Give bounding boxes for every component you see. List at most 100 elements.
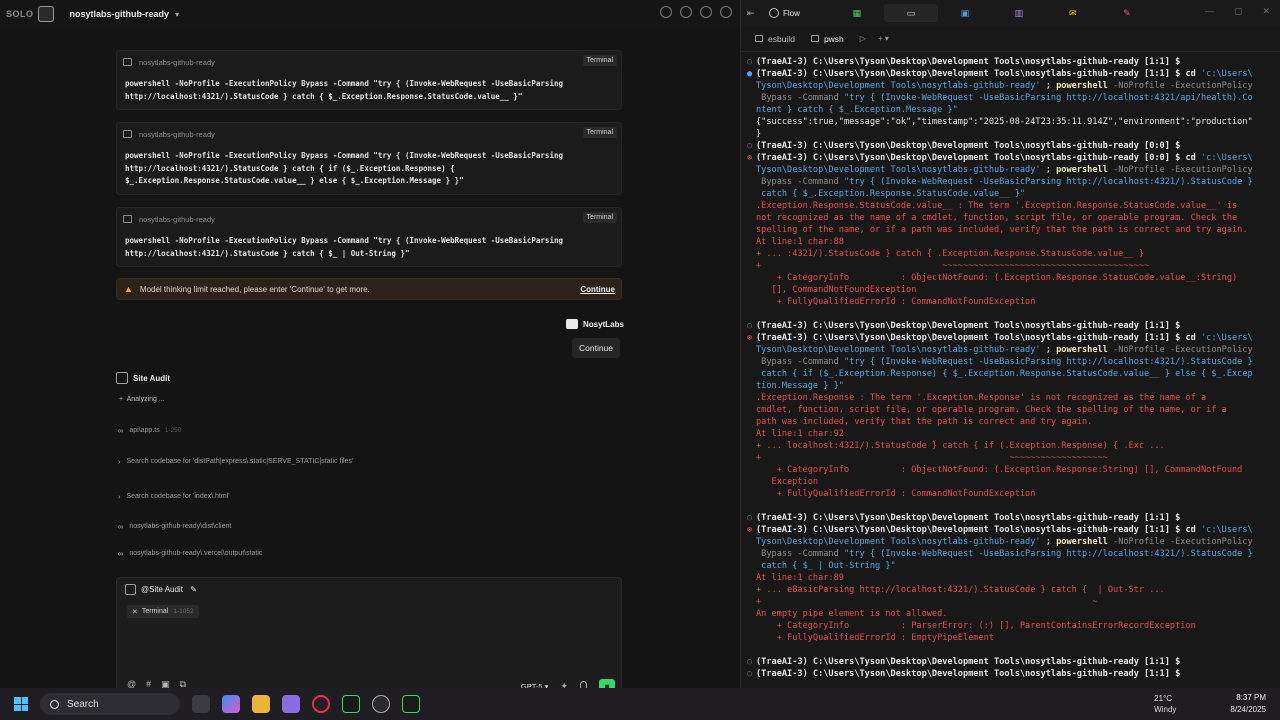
terminal-line: + ... eBasicParsing http://localhost:432… (747, 584, 1277, 596)
terminal-text: } (756, 129, 762, 139)
terminal-line: ⊗ (TraeAI-3) C:\Users\Tyson\Desktop\Devel… (747, 152, 1277, 164)
terminal-text: Bypass -Command (756, 177, 844, 187)
line-marker-icon (747, 248, 756, 260)
terminal-text: not recognized as the name of a cmdlet, … (756, 213, 1238, 223)
terminal-text: + CategoryInfo : ObjectNotFound: (.Excep… (756, 273, 1238, 283)
search-icon (50, 699, 59, 709)
open-terminal-button[interactable]: Terminal (582, 127, 617, 138)
terminal-text: (TraeAI-3) C:\Users\Tyson\Desktop\Develo… (756, 513, 1181, 523)
open-terminal-button[interactable]: Terminal (582, 212, 617, 223)
step-text: nosytlabs-github-ready\.vercel\output\st… (129, 550, 263, 557)
close-icon[interactable]: ✕ (132, 608, 138, 616)
line-marker-icon (747, 164, 756, 176)
terminal-text: + ... localhost:4321/).StatusCode } catc… (756, 441, 1165, 451)
taskbar-search[interactable]: Search (40, 693, 180, 715)
line-marker-icon (747, 632, 756, 644)
terminal-output[interactable]: ○ (TraeAI-3) C:\Users\Tyson\Desktop\Devel… (747, 56, 1277, 686)
agent-step[interactable]: › Search codebase for 'distPath|express\… (118, 457, 353, 466)
terminal-line: ⊗ (TraeAI-3) C:\Users\Tyson\Desktop\Devel… (747, 332, 1277, 344)
trae-icon[interactable] (342, 695, 360, 713)
chevron-right-icon[interactable]: › (118, 457, 121, 466)
docs-view-icon[interactable]: ▥ (992, 4, 1046, 22)
line-marker-icon (747, 236, 756, 248)
agent-step[interactable]: ∞ nosytlabs-github-ready\.vercel\output\… (118, 549, 262, 558)
terminal-text: ; (1040, 165, 1057, 175)
browser-view-icon[interactable]: ▣ (938, 4, 992, 22)
terminal-line: + ... :4321/).StatusCode } catch { .Exce… (747, 248, 1277, 260)
chat-icon[interactable] (660, 6, 672, 18)
flow-button[interactable]: Flow (769, 8, 800, 18)
terminal-line: + CategoryInfo : ParserError: (:) [], Pa… (747, 620, 1277, 632)
terminal-text: + ~ (756, 597, 1098, 607)
terminal-line: Bypass -Command "try { (Invoke-WebReques… (747, 356, 1277, 368)
context-chip[interactable]: ✕ Terminal 1-1052 (127, 605, 199, 618)
flow-icon (769, 8, 779, 18)
terminal-text: powershell (1056, 537, 1108, 547)
line-marker-icon (747, 572, 756, 584)
terminal-app-icon[interactable] (402, 695, 420, 713)
new-terminal-icon[interactable]: + ▾ (878, 34, 889, 43)
terminal-line: Bypass -Command "try { (Invoke-WebReques… (747, 92, 1277, 104)
figma-view-icon[interactable]: ✎ (1100, 4, 1154, 22)
success-marker-icon: ● (747, 69, 753, 79)
terminal-text: tion.Message } }" (756, 381, 844, 391)
terminal-text: .Exception.Response : The term '.Excepti… (756, 393, 1207, 403)
sheet-view-icon[interactable]: ▦ (830, 4, 884, 22)
terminal-text: catch { $_ | Out-String }" (756, 561, 896, 571)
chat-input-box[interactable]: @Site Audit ✎ ✕ Terminal 1-1052 @ # ▣ ⧉ … (116, 577, 622, 699)
command-card: nosytlabs-github-ready Terminal powershe… (116, 50, 622, 110)
terminal-view-icon[interactable]: ▭ (883, 4, 938, 22)
chevron-right-icon[interactable]: › (118, 492, 121, 501)
agent-step[interactable]: ∞ nosytlabs-github-ready\dist\client (118, 522, 231, 531)
sidebar-toggle-icon[interactable] (37, 6, 54, 22)
close-window-icon[interactable]: ✕ (1262, 6, 1270, 17)
flow-label: Flow (783, 8, 800, 18)
account-icon[interactable] (720, 6, 732, 18)
project-name[interactable]: nosytlabs-github-ready (70, 9, 170, 19)
windows-start-icon[interactable] (14, 697, 28, 711)
terminal-line: + FullyQualifiedErrorId : CommandNotFoun… (747, 488, 1277, 500)
task-view-icon[interactable] (192, 695, 210, 713)
terminal-line: + ... localhost:4321/).StatusCode } catc… (747, 440, 1277, 452)
copilot-icon[interactable] (222, 695, 240, 713)
terminal-line: ○ (TraeAI-3) C:\Users\Tyson\Desktop\Devel… (747, 512, 1277, 524)
command-card: nosytlabs-github-ready Terminal powershe… (116, 207, 622, 267)
terminal-text: Exception (756, 477, 819, 487)
weather-widget[interactable]: 21°C Windy (1154, 693, 1176, 715)
user-message-header: NosytLabs (566, 319, 624, 329)
error-marker-icon: ⊗ (747, 153, 753, 163)
terminal-tab-icon (810, 35, 819, 42)
chevron-down-icon[interactable]: ▾ (175, 10, 179, 19)
opera-icon[interactable] (312, 695, 330, 713)
continue-link[interactable]: Continue (580, 285, 615, 294)
maximize-icon[interactable]: ▢ (1234, 6, 1243, 17)
agent-step[interactable]: › Search codebase for 'index\.html' (118, 492, 230, 501)
terminal-text: "try { (Invoke-WebRequest -UseBasicParsi… (843, 177, 1253, 187)
history-icon[interactable] (680, 6, 692, 18)
agent-name: Site Audit (133, 373, 171, 383)
system-tray: 21°C Windy 8:37 PM 8/24/2025 (1154, 692, 1266, 716)
terminal-icon (123, 215, 132, 223)
terminal-icon (123, 130, 132, 138)
tab-pwsh[interactable]: pwsh (810, 34, 844, 44)
command-workspace-label: nosytlabs-github-ready (139, 214, 215, 224)
github-icon[interactable] (372, 695, 390, 713)
open-terminal-button[interactable]: Terminal (582, 55, 617, 66)
gear-icon[interactable] (700, 6, 712, 18)
run-icon[interactable]: ▷ (860, 34, 866, 43)
line-marker-icon: ○ (747, 57, 753, 67)
terminal-line: ○ (TraeAI-3) C:\Users\Tyson\Desktop\Devel… (747, 668, 1277, 680)
tab-esbuild[interactable]: esbuild (755, 34, 795, 44)
agent-step[interactable]: ∞ api\app.ts 1-250 (118, 426, 181, 435)
back-icon[interactable]: ⇤ (747, 8, 763, 19)
terminal-line: not recognized as the name of a cmdlet, … (747, 212, 1277, 224)
clock[interactable]: 8:37 PM 8/24/2025 (1230, 692, 1266, 716)
line-marker-icon (747, 464, 756, 476)
minimize-icon[interactable]: — (1205, 6, 1214, 17)
store-icon[interactable] (282, 695, 300, 713)
terminal-line: {"success":true,"message":"ok","timestam… (747, 116, 1277, 128)
file-explorer-icon[interactable] (252, 695, 270, 713)
mail-view-icon[interactable]: ✉ (1046, 4, 1100, 22)
thinking-limit-warning: ▲ Model thinking limit reached, please e… (116, 278, 622, 300)
terminal-icon (123, 58, 132, 66)
